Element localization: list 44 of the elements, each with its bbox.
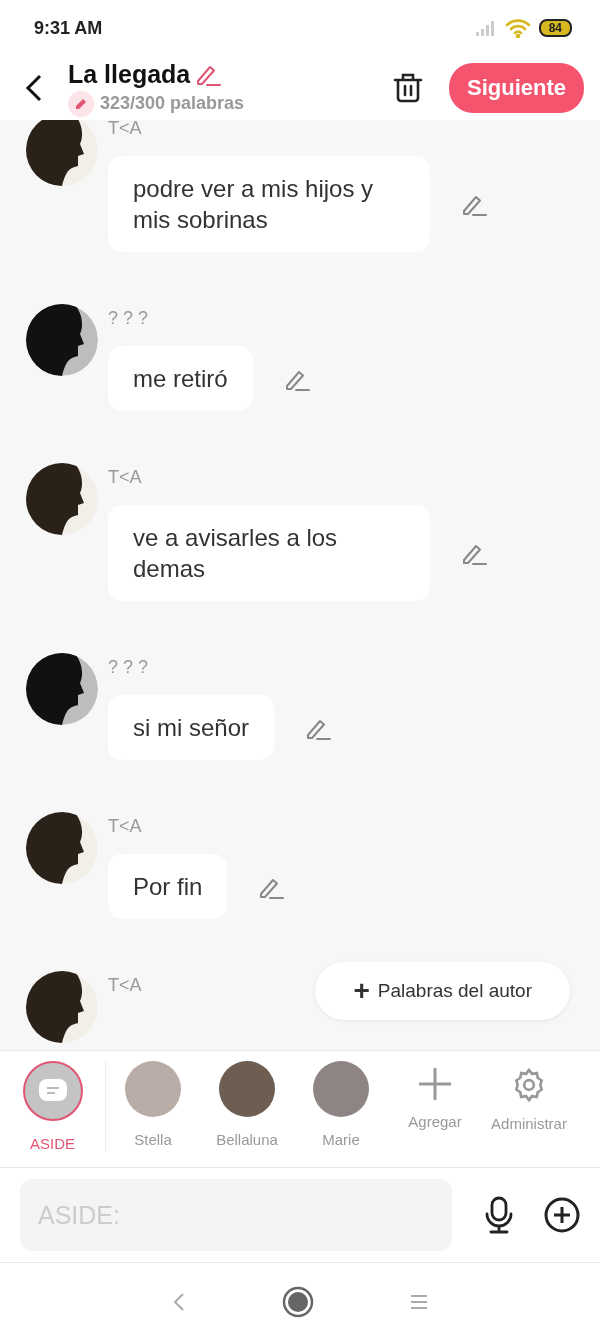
avatar-placeholder [313, 1061, 369, 1117]
character-tab[interactable]: ASIDE [0, 1061, 106, 1152]
speaker-name: T<A [108, 816, 143, 838]
speaker-name: ? ? ? [108, 657, 150, 679]
wifi-icon [504, 18, 531, 38]
message-bubble[interactable]: me retiró [108, 346, 253, 411]
nav-menu-icon[interactable] [410, 1294, 428, 1310]
message-bubble[interactable]: ve a avisarles a los demas [108, 505, 430, 601]
avatar-silhouette [26, 304, 98, 376]
avatar-silhouette [26, 812, 98, 884]
speaker-name: ? ? ? [108, 308, 150, 330]
battery-level: 84 [538, 19, 572, 37]
character-tab[interactable]: Bellaluna [200, 1061, 294, 1148]
avatar-silhouette [26, 971, 98, 1043]
pencil-badge-icon [68, 90, 94, 117]
message-bubble[interactable]: Por fin [108, 854, 228, 919]
add-circle-icon[interactable] [544, 1197, 580, 1233]
character-tab[interactable]: Stella [106, 1061, 200, 1148]
chat-bubble-icon [37, 1078, 68, 1104]
speaker-name: T<A [108, 120, 143, 140]
speaker-name: T<A [108, 975, 142, 997]
nav-back-icon[interactable] [172, 1292, 186, 1312]
story-title: La llegada [68, 59, 191, 89]
microphone-icon[interactable] [484, 1196, 514, 1234]
plus-icon [418, 1067, 452, 1101]
word-count: 323/300 palabras [100, 93, 245, 114]
avatar-placeholder [125, 1061, 181, 1117]
avatar-silhouette [26, 120, 98, 186]
next-button[interactable]: Siguiente [449, 63, 584, 113]
author-words-button[interactable]: + Palabras del autor [315, 962, 570, 1020]
character-tab[interactable]: Marie [294, 1061, 388, 1148]
nav-home-icon[interactable] [282, 1286, 314, 1318]
status-time: 9:31 AM [34, 17, 103, 39]
signal-icon [474, 20, 497, 36]
avatar-silhouette [26, 653, 98, 725]
back-icon[interactable] [24, 74, 44, 102]
manage-button[interactable]: Administrar [482, 1061, 576, 1132]
message-bubble[interactable]: podre ver a mis hijos y mis sobrinas [108, 156, 430, 252]
avatar-silhouette [26, 463, 98, 535]
add-character-button[interactable]: Agregar [388, 1061, 482, 1130]
message-bubble[interactable]: si mi señor [108, 695, 275, 760]
avatar-placeholder [219, 1061, 275, 1117]
delete-icon[interactable] [393, 72, 423, 104]
speaker-name: T<A [108, 467, 143, 489]
